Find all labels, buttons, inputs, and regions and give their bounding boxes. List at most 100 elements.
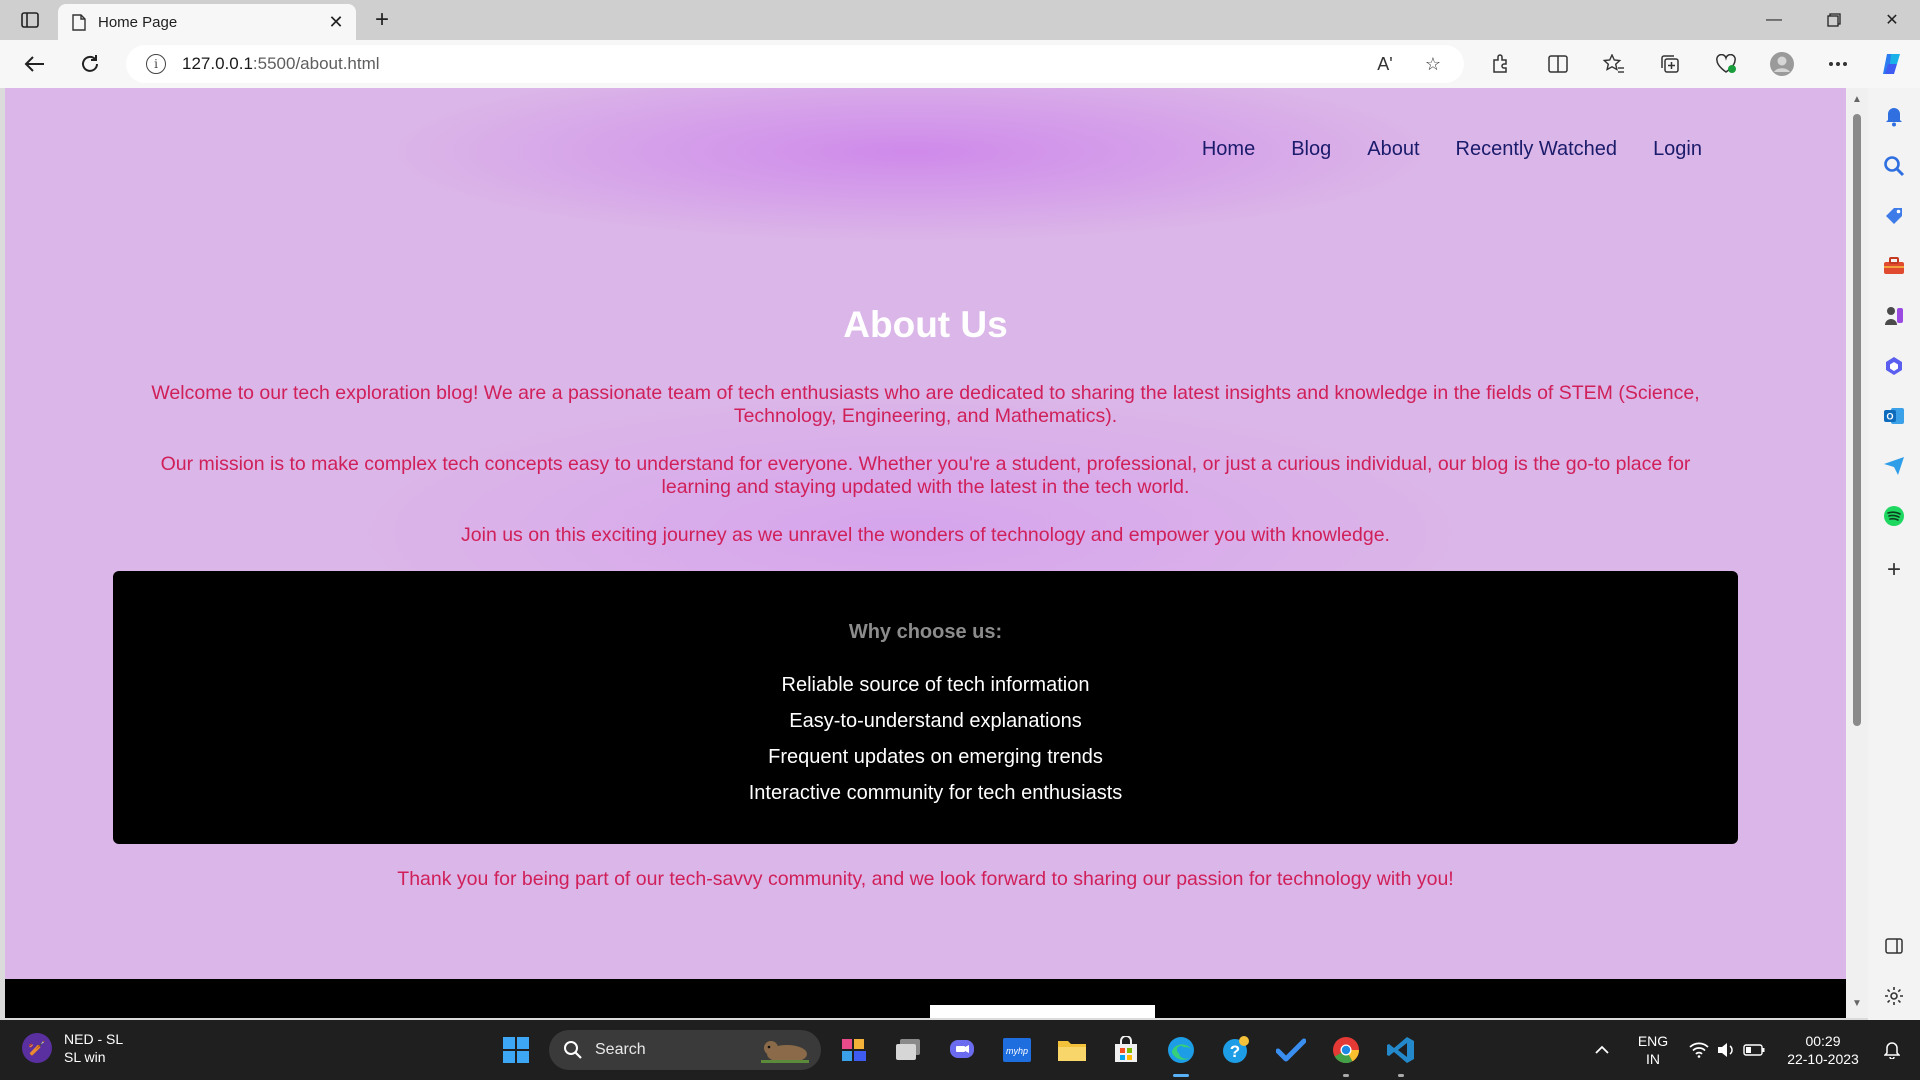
tab-actions-icon[interactable] xyxy=(16,8,44,32)
footer-bar xyxy=(5,979,1846,1018)
svg-text:myhp: myhp xyxy=(1006,1046,1028,1056)
collections-icon[interactable] xyxy=(1654,48,1686,80)
windows-taskbar: 🏏 NED - SL SL win Search myhp ? ENG IN 0… xyxy=(0,1020,1920,1080)
nav-blog-link[interactable]: Blog xyxy=(1291,138,1331,161)
refresh-button[interactable] xyxy=(74,48,106,80)
list-item: Frequent updates on emerging trends xyxy=(768,746,1103,768)
file-explorer-icon[interactable] xyxy=(1054,1032,1090,1068)
teams-chat-icon[interactable] xyxy=(944,1032,980,1068)
widget-line-2: SL win xyxy=(64,1049,106,1065)
page-viewport: Home Blog About Recently Watched Login A… xyxy=(5,88,1846,1018)
vscode-icon[interactable] xyxy=(1383,1032,1419,1077)
extensions-icon[interactable] xyxy=(1484,48,1516,80)
why-choose-us-section: Why choose us: Reliable source of tech i… xyxy=(113,571,1738,844)
taskbar-search-box[interactable]: Search xyxy=(549,1030,821,1070)
nav-login-link[interactable]: Login xyxy=(1653,138,1702,161)
close-window-button[interactable]: ✕ xyxy=(1864,0,1920,40)
windows-start-icon[interactable] xyxy=(498,1032,534,1068)
sidebar-panel-icon[interactable] xyxy=(1878,930,1910,962)
scroll-up-arrow[interactable]: ▲ xyxy=(1851,94,1863,106)
todo-icon[interactable] xyxy=(1273,1032,1309,1068)
clock[interactable]: 00:29 22-10-2023 xyxy=(1778,1020,1868,1080)
spotify-icon[interactable] xyxy=(1878,500,1910,532)
microsoft-store-icon[interactable] xyxy=(1108,1032,1144,1068)
search-label: Search xyxy=(595,1041,646,1058)
page-title: About Us xyxy=(843,304,1008,345)
list-item: Interactive community for tech enthusias… xyxy=(748,782,1123,804)
close-tab-icon[interactable]: ✕ xyxy=(326,12,346,32)
myhp-icon[interactable]: myhp xyxy=(999,1032,1035,1068)
wifi-icon xyxy=(1689,1042,1709,1058)
shopping-tag-icon[interactable] xyxy=(1878,200,1910,232)
add-icon[interactable]: + xyxy=(1878,554,1910,586)
running-app-indicator xyxy=(1398,1074,1404,1077)
battery-icon xyxy=(1743,1044,1765,1056)
task-view-icon[interactable] xyxy=(890,1032,926,1068)
split-screen-icon[interactable] xyxy=(1542,48,1574,80)
browser-tab-active[interactable]: Home Page ✕ xyxy=(58,4,356,40)
profile-avatar[interactable] xyxy=(1766,48,1798,80)
site-info-icon[interactable]: i xyxy=(146,54,166,74)
closing-paragraph: Thank you for being part of our tech-sav… xyxy=(397,868,1454,890)
read-aloud-icon[interactable]: Aʹ xyxy=(1370,49,1400,79)
more-options-icon[interactable] xyxy=(1822,48,1854,80)
favorite-star-icon[interactable]: ☆ xyxy=(1418,49,1448,79)
nav-recently-watched-link[interactable]: Recently Watched xyxy=(1456,138,1618,161)
notification-bell-icon[interactable] xyxy=(1872,1020,1912,1080)
cricket-icon: 🏏 xyxy=(22,1033,52,1063)
copilot-icon[interactable] xyxy=(1876,48,1908,80)
microsoft-365-icon[interactable] xyxy=(1878,350,1910,382)
language-indicator[interactable]: ENG IN xyxy=(1626,1020,1680,1080)
search-icon xyxy=(564,1041,582,1059)
browser-tab-bar: Home Page ✕ + — ✕ xyxy=(0,0,1920,40)
search-icon[interactable] xyxy=(1878,150,1910,182)
clock-time: 00:29 xyxy=(1805,1033,1841,1049)
list-item: Reliable source of tech information xyxy=(781,674,1090,696)
restore-button[interactable] xyxy=(1806,0,1862,40)
help-tips-icon[interactable]: ? xyxy=(1218,1032,1254,1068)
scroll-thumb[interactable] xyxy=(1853,114,1861,726)
edge-browser-icon[interactable] xyxy=(1163,1032,1199,1077)
widget-line-1: NED - SL xyxy=(64,1031,124,1047)
list-item: Easy-to-understand explanations xyxy=(789,710,1082,732)
site-navigation: Home Blog About Recently Watched Login xyxy=(1202,138,1702,161)
new-tab-button[interactable]: + xyxy=(368,6,396,34)
clock-date: 22-10-2023 xyxy=(1787,1051,1859,1067)
browser-toolbar: i 127.0.0.1:5500/about.html Aʹ ☆ xyxy=(0,40,1920,88)
favorites-icon[interactable] xyxy=(1598,48,1630,80)
volume-icon xyxy=(1718,1043,1733,1057)
back-button[interactable] xyxy=(18,48,50,80)
svg-text:O: O xyxy=(1886,412,1893,422)
nav-home-link[interactable]: Home xyxy=(1202,138,1255,161)
tab-title: Home Page xyxy=(98,13,178,31)
copilot-app-icon[interactable] xyxy=(836,1032,872,1068)
mission-paragraph: Our mission is to make complex tech conc… xyxy=(160,453,1691,498)
page-icon xyxy=(72,13,86,31)
welcome-paragraph: Welcome to our tech exploration blog! We… xyxy=(151,382,1700,427)
settings-gear-icon[interactable] xyxy=(1878,980,1910,1012)
svg-text:?: ? xyxy=(1230,1042,1240,1061)
nav-about-link[interactable]: About xyxy=(1367,138,1419,161)
quick-settings[interactable] xyxy=(1686,1020,1768,1080)
bell-icon[interactable] xyxy=(1878,100,1910,132)
weather-widget[interactable]: 🏏 NED - SL SL win xyxy=(22,1030,123,1066)
minimize-button[interactable]: — xyxy=(1746,0,1802,40)
show-hidden-icons-chevron-icon[interactable] xyxy=(1588,1020,1616,1080)
games-icon[interactable] xyxy=(1878,300,1910,332)
edge-sidebar: O + xyxy=(1868,88,1920,1020)
browser-essentials-icon[interactable] xyxy=(1710,48,1742,80)
footer-element xyxy=(930,1005,1155,1018)
wombat-icon xyxy=(761,1041,809,1063)
active-app-indicator xyxy=(1173,1074,1189,1077)
outlook-icon[interactable]: O xyxy=(1878,400,1910,432)
tools-icon[interactable] xyxy=(1878,250,1910,282)
why-choose-us-heading: Why choose us: xyxy=(848,621,1003,643)
join-paragraph: Join us on this exciting journey as we u… xyxy=(461,524,1390,546)
page-scrollbar[interactable]: ▲ ▼ xyxy=(1846,88,1868,1018)
address-bar[interactable]: i 127.0.0.1:5500/about.html Aʹ ☆ xyxy=(126,45,1464,83)
send-icon[interactable] xyxy=(1878,450,1910,482)
running-app-indicator xyxy=(1343,1074,1349,1077)
chrome-icon[interactable] xyxy=(1328,1032,1364,1077)
why-choose-us-list: Reliable source of tech information Easy… xyxy=(113,667,1758,811)
scroll-down-arrow[interactable]: ▼ xyxy=(1851,998,1863,1010)
